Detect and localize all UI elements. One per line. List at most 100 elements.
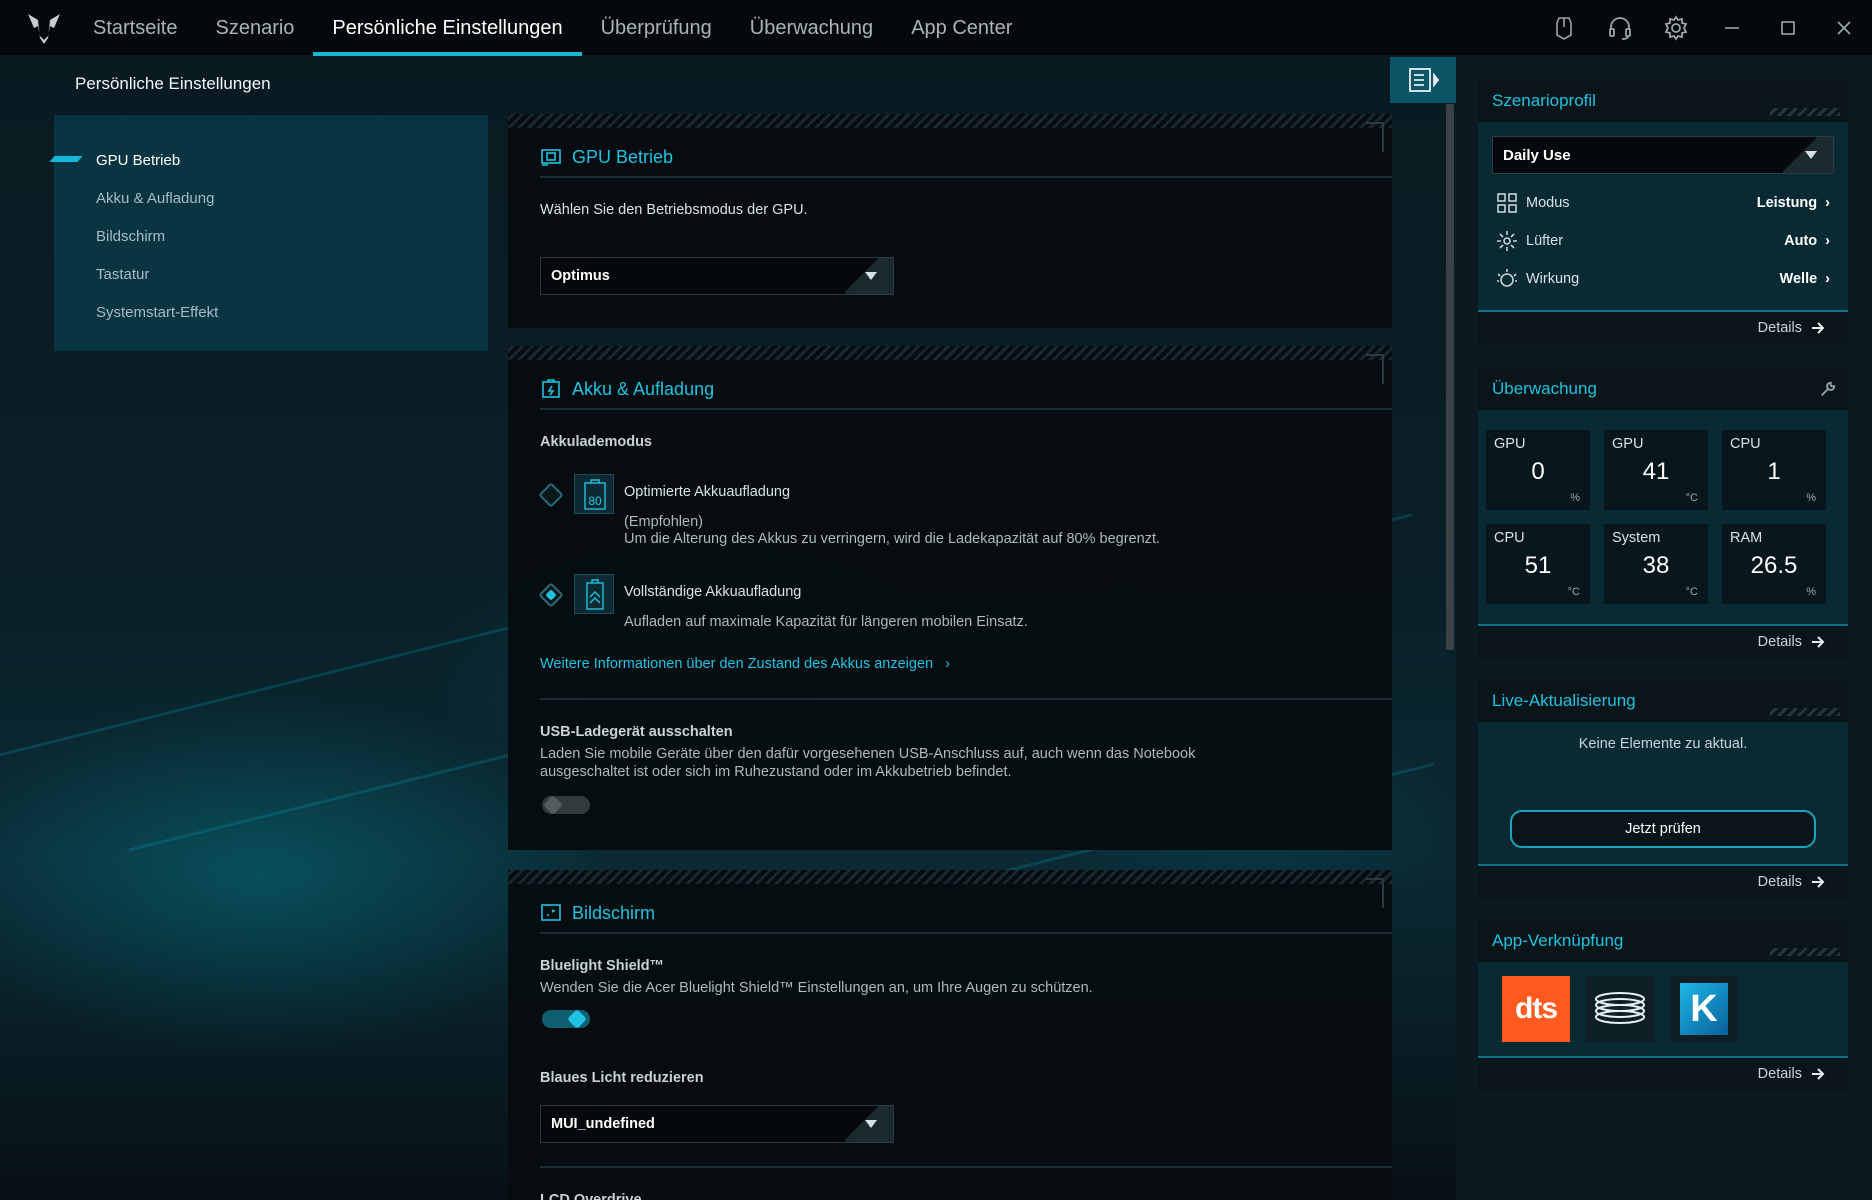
minimize-icon[interactable] — [1704, 0, 1760, 56]
reduce-blue-select[interactable]: MUI_undefined — [540, 1105, 894, 1143]
chevron-down-icon — [1783, 137, 1833, 173]
side-item-bildschirm[interactable]: Bildschirm — [54, 217, 488, 255]
monitoring-card: Überwachung GPU 0% GPU 41 °C CPU 1% CPU 51 °C … — [1478, 368, 1848, 658]
maximize-icon[interactable] — [1760, 0, 1816, 56]
scenario-row-wirkung[interactable]: Wirkung Welle › — [1496, 264, 1830, 294]
app-shortcut-details-button[interactable]: Details — [1478, 1056, 1848, 1090]
app-shortcut-card: App-Verknüpfung dts K Details — [1478, 920, 1848, 1090]
profile-value: Daily Use — [1503, 146, 1571, 164]
chevron-right-icon: › — [1825, 271, 1830, 287]
side-item-akku[interactable]: Akku & Aufladung — [54, 179, 488, 217]
monitoring-card-title: Überwachung — [1492, 379, 1597, 398]
fan-icon — [1497, 231, 1517, 251]
lcd-overdrive-title: LCD Overdrive — [540, 1192, 642, 1200]
battery-panel-icon — [542, 379, 560, 398]
gpu-mode-value: Optimus — [551, 268, 610, 284]
page-title: Persönliche Einstellungen — [75, 74, 271, 93]
side-item-systemstart-effekt[interactable]: Systemstart-Effekt — [54, 293, 488, 331]
radio-full-charging[interactable] — [538, 582, 564, 608]
tab-ueberwachung[interactable]: Überwachung — [731, 0, 892, 56]
stat-gpu-usage: GPU 0% — [1486, 430, 1590, 510]
gpu-panel: GPU Betrieb Wählen Sie den Betriebsmodus… — [508, 114, 1392, 328]
arrow-right-icon — [1812, 876, 1825, 888]
arrow-right-icon — [1812, 636, 1825, 648]
radio-optimized-charging[interactable] — [538, 482, 564, 508]
chevron-down-icon — [845, 1106, 893, 1142]
scenario-row-modus[interactable]: Modus Leistung › — [1496, 188, 1830, 218]
tab-persoenliche-einstellungen[interactable]: Persönliche Einstellungen — [313, 0, 582, 56]
bluelight-description: Wenden Sie die Acer Bluelight Shield™ Ei… — [540, 980, 1093, 996]
gear-icon[interactable] — [1648, 0, 1704, 56]
main-nav: Startseite Szenario Persönliche Einstell… — [74, 0, 1031, 56]
stat-system-temp: System 38 °C — [1604, 524, 1708, 604]
tab-szenario[interactable]: Szenario — [196, 0, 313, 56]
chevron-right-icon: › — [937, 656, 951, 672]
gpu-icon — [541, 149, 561, 166]
live-update-card: Live-Aktualisierung Keine Elemente zu ak… — [1478, 680, 1848, 898]
display-panel-title: Bildschirm — [572, 902, 656, 923]
side-item-tastatur[interactable]: Tastatur — [54, 255, 488, 293]
collapse-sidebar-button[interactable] — [1390, 57, 1456, 103]
battery-panel: Akku & Aufladung Akkulademodus 80 Optimi… — [508, 346, 1392, 850]
scrollbar[interactable] — [1446, 104, 1454, 650]
live-update-message: Keine Elemente zu aktual. — [1578, 736, 1748, 752]
tab-app-center[interactable]: App Center — [892, 0, 1031, 56]
grid-icon — [1497, 193, 1517, 213]
tab-ueberpruefung[interactable]: Überprüfung — [582, 0, 731, 56]
scenario-card-title: Szenarioprofil — [1492, 91, 1596, 110]
gpu-mode-select[interactable]: Optimus — [540, 257, 894, 295]
device-icon[interactable] — [1536, 0, 1592, 56]
coil-app-icon — [1595, 992, 1645, 1024]
predator-logo-icon — [28, 14, 60, 44]
reduce-blue-title: Blaues Licht reduzieren — [540, 1070, 704, 1086]
lighting-icon — [1497, 269, 1517, 287]
scenario-card: Szenarioprofil Daily Use Modus Leistung ›… — [1478, 80, 1848, 344]
optimized-charging-description: Um die Alterung des Akkus zu verringern,… — [624, 531, 1160, 547]
chevron-right-icon: › — [1825, 195, 1830, 211]
stat-ram-usage: RAM 26.5% — [1722, 524, 1826, 604]
battery-panel-title: Akku & Aufladung — [572, 378, 715, 399]
battery-full-icon — [574, 574, 614, 614]
live-update-title: Live-Aktualisierung — [1492, 691, 1636, 710]
scenario-row-luefter[interactable]: Lüfter Auto › — [1496, 226, 1830, 256]
svg-text:80: 80 — [588, 494, 602, 508]
monitoring-details-button[interactable]: Details — [1478, 624, 1848, 658]
wrench-icon[interactable] — [1818, 379, 1838, 399]
optimized-charging-title: Optimierte Akkuaufladung — [624, 484, 791, 500]
full-charging-description: Aufladen auf maximale Kapazität für läng… — [624, 614, 1028, 630]
usb-charger-toggle[interactable] — [542, 795, 590, 815]
check-now-button[interactable]: Jetzt prüfen — [1510, 810, 1816, 848]
scenario-details-button[interactable]: Details — [1478, 310, 1848, 344]
display-icon — [541, 904, 561, 921]
app-k[interactable]: K — [1670, 976, 1738, 1042]
tab-startseite[interactable]: Startseite — [74, 0, 196, 56]
app-dts[interactable]: dts — [1502, 976, 1570, 1042]
app-shortcut-title: App-Verknüpfung — [1492, 931, 1624, 950]
profile-select[interactable]: Daily Use — [1492, 136, 1834, 174]
arrow-right-icon — [1812, 322, 1825, 334]
usb-charger-description-2: ausgeschaltet ist oder sich im Ruhezusta… — [540, 764, 1012, 780]
stat-cpu-usage: CPU 1% — [1722, 430, 1826, 510]
bluelight-toggle[interactable] — [542, 1009, 590, 1029]
display-panel: Bildschirm Bluelight Shield™ Wenden Sie … — [508, 870, 1392, 1200]
headset-support-icon[interactable] — [1592, 0, 1648, 56]
bluelight-title: Bluelight Shield™ — [540, 958, 665, 974]
optimized-charging-recommended: (Empfohlen) — [624, 514, 703, 530]
chevron-right-icon: › — [1825, 233, 1830, 249]
full-charging-title: Vollständige Akkuaufladung — [624, 584, 802, 600]
close-icon[interactable] — [1816, 0, 1872, 56]
live-update-details-button[interactable]: Details — [1478, 864, 1848, 898]
usb-charger-title: USB-Ladegerät ausschalten — [540, 724, 733, 740]
stat-cpu-temp: CPU 51 °C — [1486, 524, 1590, 604]
stat-gpu-temp: GPU 41 °C — [1604, 430, 1708, 510]
battery-info-link[interactable]: Weitere Informationen über den Zustand d… — [540, 656, 950, 672]
gpu-description: Wählen Sie den Betriebsmodus der GPU. — [540, 202, 808, 218]
arrow-right-icon — [1812, 1068, 1825, 1080]
chevron-down-icon — [845, 258, 893, 294]
app-coil[interactable] — [1586, 976, 1654, 1042]
reduce-blue-value: MUI_undefined — [551, 1116, 655, 1132]
title-bar: Startseite Szenario Persönliche Einstell… — [0, 0, 1872, 56]
usb-charger-description-1: Laden Sie mobile Geräte über den dafür v… — [540, 746, 1196, 762]
side-item-gpu-betrieb[interactable]: GPU Betrieb — [54, 141, 488, 179]
collapse-panel-icon — [1409, 68, 1440, 92]
